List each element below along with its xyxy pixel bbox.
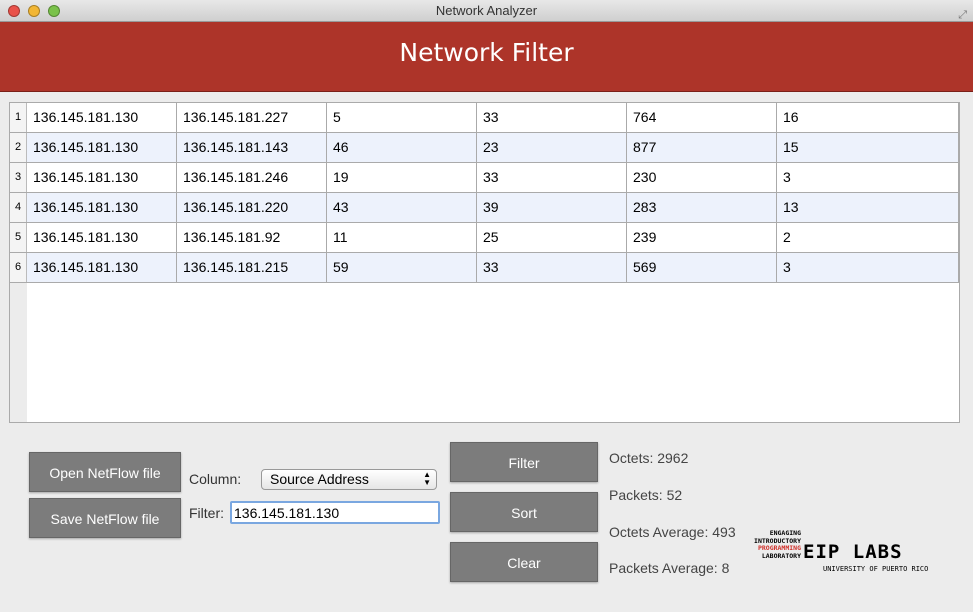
table-cell[interactable]: 136.145.181.227: [177, 103, 327, 132]
table-cell[interactable]: 136.145.181.130: [27, 163, 177, 192]
row-number: 3: [10, 163, 27, 192]
clear-button[interactable]: Clear: [450, 542, 598, 582]
table-cell[interactable]: 33: [477, 163, 627, 192]
zoom-window-button[interactable]: [48, 5, 60, 17]
title-bar: Network Analyzer ⤢: [0, 0, 973, 22]
table-cell[interactable]: 59: [327, 253, 477, 282]
table-cell[interactable]: 3: [777, 163, 959, 192]
logo-line: LABORATORY: [761, 551, 801, 560]
octets-stat: Octets: 2962: [609, 450, 689, 466]
table-row[interactable]: 1 136.145.181.130 136.145.181.227 5 33 764 16: [10, 103, 959, 133]
column-label: Column:: [189, 471, 242, 487]
table-cell[interactable]: 43: [327, 193, 477, 222]
close-window-button[interactable]: [8, 5, 20, 17]
table-row[interactable]: 4 136.145.181.130 136.145.181.220 43 39 283 13: [10, 193, 959, 223]
table-cell[interactable]: 136.145.181.130: [27, 253, 177, 282]
table-cell[interactable]: 13: [777, 193, 959, 222]
table-row[interactable]: 2 136.145.181.130 136.145.181.143 46 23 877 15: [10, 133, 959, 163]
row-number: 4: [10, 193, 27, 222]
table-cell[interactable]: 16: [777, 103, 959, 132]
table-cell[interactable]: 19: [327, 163, 477, 192]
table-cell[interactable]: 39: [477, 193, 627, 222]
data-table[interactable]: 1 136.145.181.130 136.145.181.227 5 33 764 16 2…: [9, 102, 960, 423]
open-netflow-button[interactable]: Open NetFlow file: [29, 452, 181, 492]
column-select[interactable]: Source Address ▲ ▼: [261, 469, 437, 490]
table-cell[interactable]: 136.145.181.215: [177, 253, 327, 282]
table-cell[interactable]: 11: [327, 223, 477, 252]
table-cell[interactable]: 877: [627, 133, 777, 162]
row-number: 6: [10, 253, 27, 282]
filter-label: Filter:: [189, 505, 224, 521]
table-row[interactable]: 6 136.145.181.130 136.145.181.215 59 33 569 3: [10, 253, 959, 283]
table-cell[interactable]: 764: [627, 103, 777, 132]
table-cell[interactable]: 136.145.181.130: [27, 103, 177, 132]
table-cell[interactable]: 136.145.181.143: [177, 133, 327, 162]
table-cell[interactable]: 230: [627, 163, 777, 192]
filter-button[interactable]: Filter: [450, 442, 598, 482]
logo-subtitle: UNIVERSITY OF PUERTO RICO: [823, 565, 929, 573]
table-cell[interactable]: 23: [477, 133, 627, 162]
table-cell[interactable]: 136.145.181.130: [27, 223, 177, 252]
octets-average-stat: Octets Average: 493: [609, 524, 736, 540]
sort-button[interactable]: Sort: [450, 492, 598, 532]
table-cell[interactable]: 136.145.181.220: [177, 193, 327, 222]
table-row[interactable]: 5 136.145.181.130 136.145.181.92 11 25 239 2: [10, 223, 959, 253]
table-cell[interactable]: 136.145.181.130: [27, 133, 177, 162]
row-number: 5: [10, 223, 27, 252]
table-cell[interactable]: 25: [477, 223, 627, 252]
table-row[interactable]: 3 136.145.181.130 136.145.181.246 19 33 230 3: [10, 163, 959, 193]
select-arrows-icon: ▲ ▼: [423, 470, 431, 487]
page-title: Network Filter: [0, 22, 973, 92]
table-cell[interactable]: 239: [627, 223, 777, 252]
logo-brand: EIP LABS: [803, 541, 903, 563]
column-select-value: Source Address: [270, 471, 369, 487]
row-number: 2: [10, 133, 27, 162]
table-cell[interactable]: 2: [777, 223, 959, 252]
table-cell[interactable]: 569: [627, 253, 777, 282]
window-title: Network Analyzer: [435, 3, 538, 18]
table-cell[interactable]: 33: [477, 253, 627, 282]
table-cell[interactable]: 136.145.181.92: [177, 223, 327, 252]
table-cell[interactable]: 3: [777, 253, 959, 282]
table-cell[interactable]: 15: [777, 133, 959, 162]
save-netflow-button[interactable]: Save NetFlow file: [29, 498, 181, 538]
minimize-window-button[interactable]: [28, 5, 40, 17]
table-cell[interactable]: 5: [327, 103, 477, 132]
packets-average-stat: Packets Average: 8: [609, 560, 730, 576]
row-number: 1: [10, 103, 27, 132]
table-cell[interactable]: 283: [627, 193, 777, 222]
filter-input[interactable]: [230, 501, 440, 524]
table-cell[interactable]: 136.145.181.130: [27, 193, 177, 222]
packets-stat: Packets: 52: [609, 487, 683, 503]
table-cell[interactable]: 136.145.181.246: [177, 163, 327, 192]
table-cell[interactable]: 33: [477, 103, 627, 132]
table-cell[interactable]: 46: [327, 133, 477, 162]
